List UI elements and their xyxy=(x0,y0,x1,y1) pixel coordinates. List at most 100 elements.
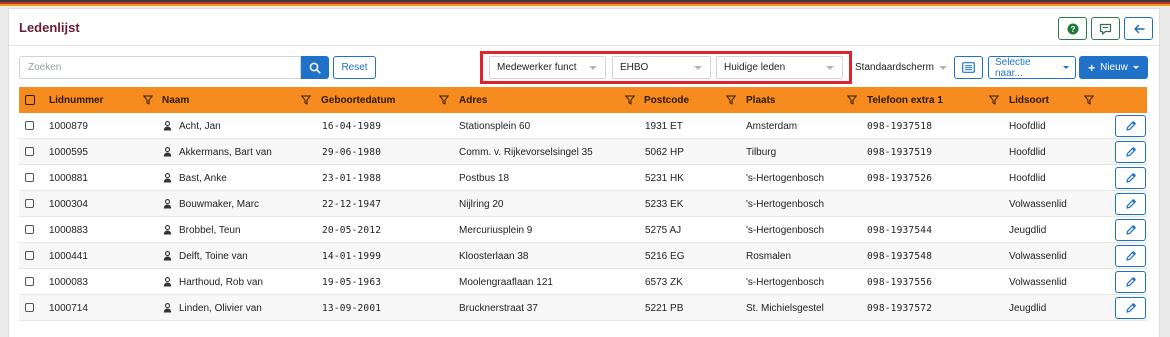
edit-button[interactable] xyxy=(1115,271,1146,293)
person-icon xyxy=(163,173,172,183)
list-view-icon xyxy=(962,62,975,73)
reset-button[interactable]: Reset xyxy=(333,56,376,79)
table-row[interactable]: 1000881 Bast, Anke 23-01-1988 Postbus 18… xyxy=(19,165,1147,191)
cell-adres: Stationsplein 60 xyxy=(459,120,531,132)
cell-naam[interactable]: Akkermans, Bart van xyxy=(163,139,272,165)
cell-naam[interactable]: Bast, Anke xyxy=(163,165,227,191)
table-row[interactable]: 1000883 Brobbel, Teun 20-05-2012 Mercuri… xyxy=(19,217,1147,243)
selectie-button-label: Selectie naar... xyxy=(995,56,1031,79)
list-view-button[interactable] xyxy=(954,56,983,79)
column-header-postcode[interactable]: Postcode xyxy=(644,87,689,113)
cell-lidsoort: Volwassenlid xyxy=(1009,276,1067,288)
row-checkbox[interactable] xyxy=(25,199,34,208)
filter-icon[interactable] xyxy=(439,95,449,105)
message-button[interactable] xyxy=(1091,17,1120,40)
cell-naam[interactable]: Linden, Olivier van xyxy=(163,295,262,321)
table-row[interactable]: 1000304 Bouwmaker, Marc 22-12-1947 Nijlr… xyxy=(19,191,1147,217)
cell-naam[interactable]: Delft, Toine van xyxy=(163,243,248,269)
cell-adres: Moolengraaflaan 121 xyxy=(459,276,553,288)
cell-lidnummer: 1000304 xyxy=(49,198,88,210)
person-icon xyxy=(163,251,172,261)
edit-button[interactable] xyxy=(1115,297,1146,319)
table-row[interactable]: 1000879 Acht, Jan 16-04-1989 Stationsple… xyxy=(19,113,1147,139)
cell-geboortedatum: 22-12-1947 xyxy=(322,198,382,210)
row-checkbox[interactable] xyxy=(25,173,34,182)
cell-geboortedatum: 13-09-2001 xyxy=(322,302,382,314)
person-icon xyxy=(163,147,172,157)
column-header-telefoon-extra-1[interactable]: Telefoon extra 1 xyxy=(867,87,943,113)
cell-naam[interactable]: Harthoud, Rob van xyxy=(163,269,263,295)
cell-naam-text: Acht, Jan xyxy=(179,120,221,132)
edit-button[interactable] xyxy=(1115,167,1146,189)
person-icon xyxy=(163,121,172,131)
row-checkbox[interactable] xyxy=(25,277,34,286)
row-checkbox[interactable] xyxy=(25,225,34,234)
back-button[interactable] xyxy=(1124,17,1153,40)
view-select[interactable]: Standaardscherm xyxy=(852,56,950,79)
edit-button[interactable] xyxy=(1115,115,1146,137)
edit-button[interactable] xyxy=(1115,141,1146,163)
cell-adres: Mercuriusplein 9 xyxy=(459,224,533,236)
help-button[interactable]: ? xyxy=(1058,17,1087,40)
cell-naam[interactable]: Bouwmaker, Marc xyxy=(163,191,259,217)
selectie-button[interactable]: Selectie naar... xyxy=(988,56,1076,79)
edit-button[interactable] xyxy=(1115,193,1146,215)
cell-naam[interactable]: Brobbel, Teun xyxy=(163,217,241,243)
row-checkbox[interactable] xyxy=(25,303,34,312)
cell-adres: Brucknerstraat 37 xyxy=(459,302,538,314)
search-input[interactable] xyxy=(19,56,301,79)
select-all-checkbox[interactable] xyxy=(25,95,35,105)
filter-icon[interactable] xyxy=(847,95,857,105)
cell-naam-text: Harthoud, Rob van xyxy=(179,276,263,288)
filter-icon[interactable] xyxy=(726,95,736,105)
column-header-plaats[interactable]: Plaats xyxy=(746,87,775,113)
column-header-geboortedatum[interactable]: Geboortedatum xyxy=(321,87,395,113)
table-row[interactable]: 1000714 Linden, Olivier van 13-09-2001 B… xyxy=(19,295,1147,321)
cell-naam[interactable]: Acht, Jan xyxy=(163,113,221,139)
column-header-lidnummer[interactable]: Lidnummer xyxy=(49,87,103,113)
column-header-naam[interactable]: Naam xyxy=(162,87,189,113)
edit-button[interactable] xyxy=(1115,245,1146,267)
nieuw-button[interactable]: + Nieuw xyxy=(1079,56,1148,79)
filter-icon[interactable] xyxy=(1084,95,1094,105)
filter-icon[interactable] xyxy=(989,95,999,105)
page-scrollbar[interactable] xyxy=(1160,8,1170,337)
cell-postcode: 5221 PB xyxy=(645,302,684,314)
cell-lidnummer: 1000441 xyxy=(49,250,88,262)
cell-naam-text: Delft, Toine van xyxy=(179,250,248,262)
row-checkbox[interactable] xyxy=(25,251,34,260)
cell-adres: Comm. v. Rijkevorselsingel 35 xyxy=(459,146,593,158)
pencil-icon xyxy=(1125,121,1136,131)
cell-plaats: 's-Hertogenbosch xyxy=(746,172,825,184)
person-icon xyxy=(163,277,172,287)
table-row[interactable]: 1000083 Harthoud, Rob van 19-05-1963 Moo… xyxy=(19,269,1147,295)
pencil-icon xyxy=(1125,225,1136,235)
search-button[interactable] xyxy=(301,56,329,79)
cell-lidnummer: 1000083 xyxy=(49,276,88,288)
cell-plaats: 's-Hertogenbosch xyxy=(746,224,825,236)
cell-postcode: 5275 AJ xyxy=(645,224,682,236)
row-checkbox[interactable] xyxy=(25,121,34,130)
cell-naam-text: Bast, Anke xyxy=(179,172,227,184)
cell-telefoon: 098-1937544 xyxy=(867,224,933,236)
row-checkbox[interactable] xyxy=(25,147,34,156)
cell-lidnummer: 1000881 xyxy=(49,172,88,184)
column-header-adres[interactable]: Adres xyxy=(459,87,487,113)
table-row[interactable]: 1000441 Delft, Toine van 14-01-1999 Kloo… xyxy=(19,243,1147,269)
filter-icon[interactable] xyxy=(301,95,311,105)
filter-icon[interactable] xyxy=(625,95,635,105)
table-row[interactable]: 1000595 Akkermans, Bart van 29-06-1980 C… xyxy=(19,139,1147,165)
cell-geboortedatum: 29-06-1980 xyxy=(322,146,382,158)
edit-button[interactable] xyxy=(1115,219,1146,241)
members-panel: Ledenlijst ? Reset Medewerker functies E… xyxy=(8,8,1160,337)
cell-lidsoort: Hoofdlid xyxy=(1009,120,1046,132)
cell-geboortedatum: 14-01-1999 xyxy=(322,250,382,262)
top-color-stripe xyxy=(0,0,1170,6)
cell-lidsoort: Hoofdlid xyxy=(1009,172,1046,184)
cell-postcode: 5062 HP xyxy=(645,146,684,158)
chevron-down-icon xyxy=(1063,66,1069,69)
pencil-icon xyxy=(1125,147,1136,157)
cell-geboortedatum: 16-04-1989 xyxy=(322,120,382,132)
column-header-lidsoort[interactable]: Lidsoort xyxy=(1009,87,1049,113)
filter-icon[interactable] xyxy=(143,95,153,105)
